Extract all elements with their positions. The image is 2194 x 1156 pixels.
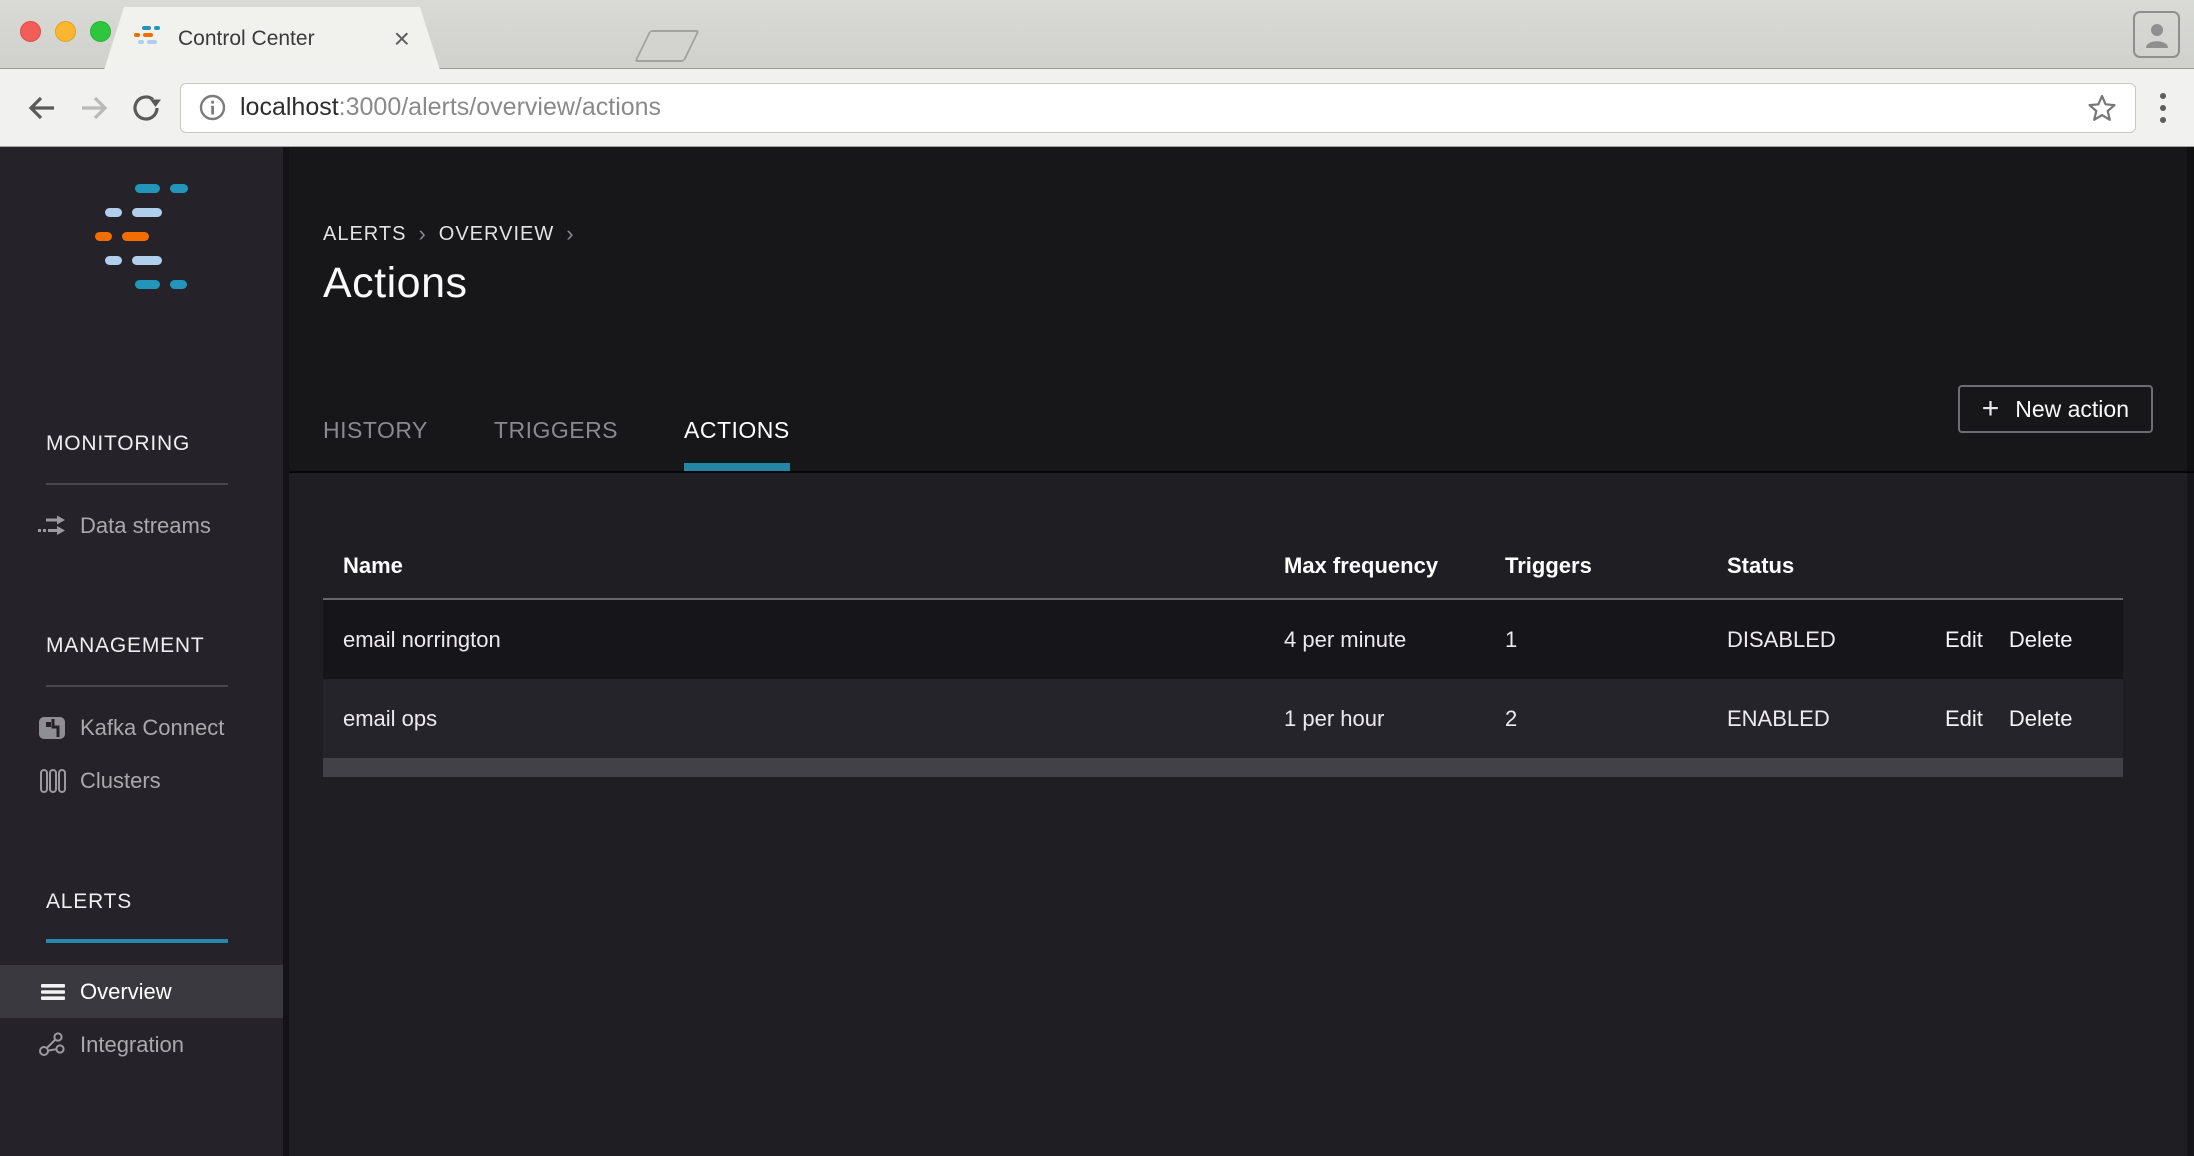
actions-panel: Name Max frequency Triggers Status email… xyxy=(289,473,2194,1156)
cell-triggers: 2 xyxy=(1505,706,1727,732)
new-tab-button[interactable] xyxy=(634,30,700,62)
actions-table: Name Max frequency Triggers Status email… xyxy=(323,534,2123,777)
horizontal-scrollbar[interactable] xyxy=(323,758,2123,777)
browser-tab-bar: Control Center × xyxy=(0,0,2194,69)
delete-link[interactable]: Delete xyxy=(2009,627,2073,653)
sidebar-item-clusters[interactable]: Clusters xyxy=(0,754,283,807)
sidebar-item-label: Integration xyxy=(80,1032,184,1058)
status-badge: DISABLED xyxy=(1727,627,1945,653)
data-streams-icon xyxy=(38,513,68,539)
control-center-app: MONITORING Data streams MANAGEMENT xyxy=(0,147,2194,1156)
new-action-button[interactable]: + New action xyxy=(1958,385,2153,433)
browser-menu-button[interactable] xyxy=(2148,90,2178,126)
sidebar-item-kafka-connect[interactable]: Kafka Connect xyxy=(0,701,283,754)
person-icon xyxy=(2141,19,2173,51)
url-path: :3000/alerts/overview/actions xyxy=(339,93,661,121)
url-text[interactable]: localhost:3000/alerts/overview/actions xyxy=(240,93,2087,122)
sidebar-item-overview[interactable]: Overview xyxy=(0,965,283,1018)
tab-title: Control Center xyxy=(178,27,394,51)
table-row: email ops 1 per hour 2 ENABLED Edit Dele… xyxy=(323,679,2123,758)
tab-actions-label: ACTIONS xyxy=(684,417,790,443)
active-tab-underline xyxy=(684,463,790,471)
sidebar-item-label: Overview xyxy=(80,979,172,1005)
cell-triggers: 1 xyxy=(1505,627,1727,653)
integration-icon xyxy=(38,1032,68,1058)
section-divider-active xyxy=(46,939,228,943)
zoom-window-button[interactable] xyxy=(90,21,111,42)
vertical-scrollbar[interactable] xyxy=(2187,147,2194,1156)
sidebar-section-monitoring: MONITORING xyxy=(0,432,283,456)
section-divider xyxy=(46,685,228,687)
column-header-status: Status xyxy=(1727,553,1945,579)
browser-tab[interactable]: Control Center × xyxy=(104,7,440,70)
new-action-label: New action xyxy=(2015,396,2129,423)
close-tab-icon[interactable]: × xyxy=(394,25,410,53)
back-button[interactable] xyxy=(16,82,68,134)
column-header-triggers: Triggers xyxy=(1505,553,1727,579)
column-header-max-frequency: Max frequency xyxy=(1284,553,1505,579)
table-row: email norrington 4 per minute 1 DISABLED… xyxy=(323,600,2123,679)
cell-max-frequency: 1 per hour xyxy=(1284,706,1505,732)
confluent-logo xyxy=(95,184,189,289)
cell-max-frequency: 4 per minute xyxy=(1284,627,1505,653)
breadcrumb-overview[interactable]: OVERVIEW xyxy=(439,223,554,246)
breadcrumb-alerts[interactable]: ALERTS xyxy=(323,223,406,246)
bookmark-star-icon[interactable] xyxy=(2087,93,2117,123)
page-info-icon[interactable] xyxy=(199,94,226,121)
column-header-name: Name xyxy=(323,553,1284,579)
delete-link[interactable]: Delete xyxy=(2009,706,2073,732)
sidebar: MONITORING Data streams MANAGEMENT xyxy=(0,147,283,1156)
sidebar-section-alerts: ALERTS xyxy=(0,890,283,914)
overview-icon xyxy=(38,979,68,1005)
cell-name: email norrington xyxy=(323,627,1284,653)
forward-arrow-icon xyxy=(76,90,112,126)
table-header-row: Name Max frequency Triggers Status xyxy=(323,534,2123,600)
sidebar-item-label: Clusters xyxy=(80,768,161,794)
cell-name: email ops xyxy=(323,706,1284,732)
kebab-menu-icon xyxy=(2159,90,2167,126)
browser-profile-button[interactable] xyxy=(2133,11,2180,58)
sidebar-section-management: MANAGEMENT xyxy=(0,634,283,658)
section-divider xyxy=(46,483,228,485)
status-badge: ENABLED xyxy=(1727,706,1945,732)
tab-history[interactable]: HISTORY xyxy=(323,417,428,471)
edit-link[interactable]: Edit xyxy=(1945,706,1983,732)
tab-actions[interactable]: ACTIONS xyxy=(684,417,790,471)
page-header: ALERTS › OVERVIEW › Actions HISTORY TRIG… xyxy=(289,147,2194,471)
plus-icon: + xyxy=(1982,394,2000,424)
chevron-right-icon: › xyxy=(566,221,574,247)
breadcrumb: ALERTS › OVERVIEW › xyxy=(323,147,2194,247)
clusters-icon xyxy=(38,768,68,794)
tab-triggers[interactable]: TRIGGERS xyxy=(494,417,618,471)
address-bar[interactable]: localhost:3000/alerts/overview/actions xyxy=(180,83,2136,133)
sidebar-item-data-streams[interactable]: Data streams xyxy=(0,499,283,552)
forward-button[interactable] xyxy=(68,82,120,134)
kafka-connect-icon xyxy=(38,715,68,741)
close-window-button[interactable] xyxy=(20,21,41,42)
url-host: localhost xyxy=(240,93,339,121)
back-arrow-icon xyxy=(24,90,60,126)
edit-link[interactable]: Edit xyxy=(1945,627,1983,653)
page-tabs: HISTORY TRIGGERS ACTIONS xyxy=(323,417,856,471)
window-controls xyxy=(20,21,111,42)
sidebar-item-integration[interactable]: Integration xyxy=(0,1018,283,1071)
reload-icon xyxy=(128,90,164,126)
minimize-window-button[interactable] xyxy=(55,21,76,42)
page-title: Actions xyxy=(323,259,2194,308)
sidebar-item-label: Kafka Connect xyxy=(80,715,224,741)
browser-toolbar: localhost:3000/alerts/overview/actions xyxy=(0,69,2194,147)
reload-button[interactable] xyxy=(120,82,172,134)
sidebar-item-label: Data streams xyxy=(80,513,211,539)
chevron-right-icon: › xyxy=(418,221,426,247)
confluent-favicon-icon xyxy=(134,26,164,52)
main-content: ALERTS › OVERVIEW › Actions HISTORY TRIG… xyxy=(283,147,2194,1156)
